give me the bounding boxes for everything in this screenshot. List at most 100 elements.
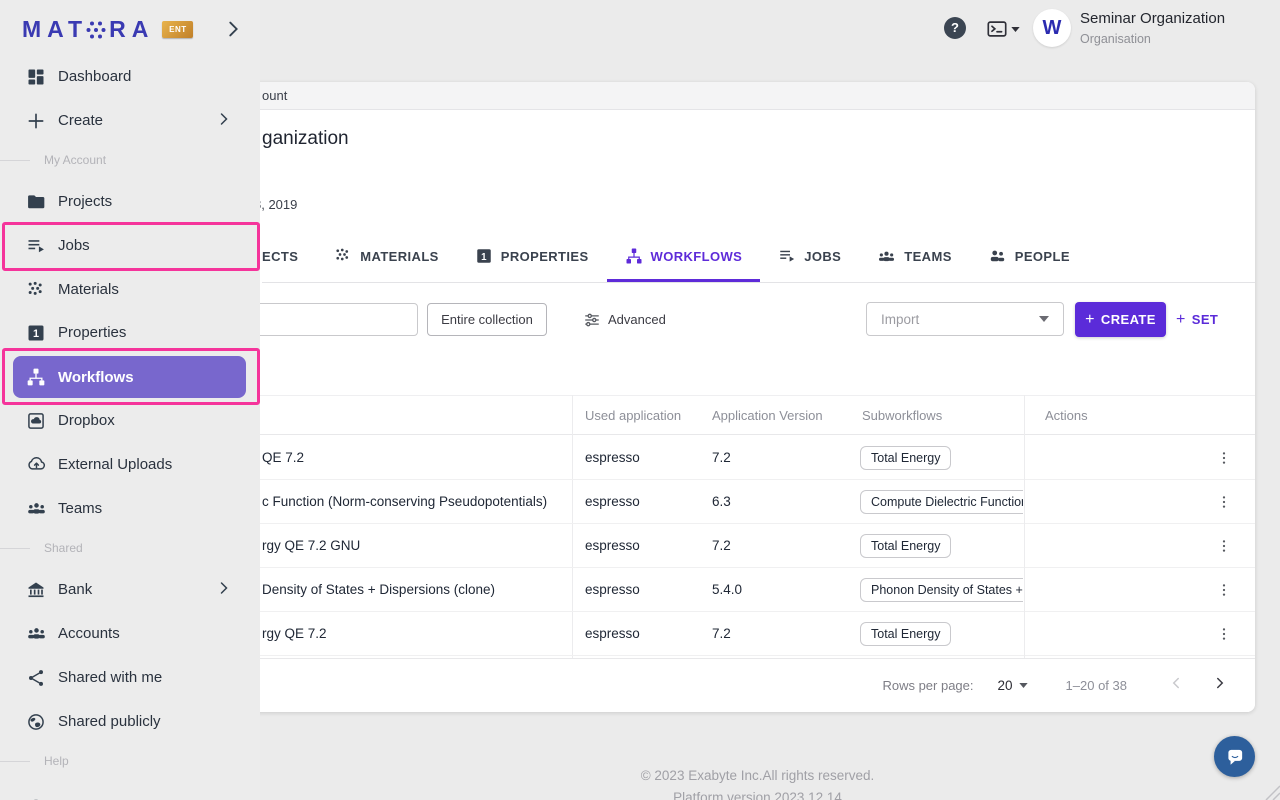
section-divider <box>0 548 30 549</box>
column-header: Used application <box>585 396 681 436</box>
tab-projects[interactable]: ECTS <box>262 230 316 282</box>
workflow-name: rgy QE 7.2 <box>262 612 570 656</box>
table-row[interactable]: rgy QE 7.2 espresso 7.2 Total Energy <box>150 612 1255 656</box>
sidebar-item-shared-with-me[interactable]: Shared with me <box>0 655 260 700</box>
sidebar-item-label: Jobs <box>58 237 90 254</box>
sidebar-item-label: Accounts <box>58 625 120 642</box>
top-bar: ? W Seminar Organization Organisation <box>900 0 1280 58</box>
table-row[interactable]: c Function (Norm-conserving Pseudopotent… <box>150 480 1255 524</box>
workflow-tree-icon <box>24 367 48 387</box>
kebab-menu-icon[interactable] <box>1212 524 1236 568</box>
platform-version-text: Platform version 2023.12.14 <box>260 790 1255 800</box>
caret-down-icon <box>1019 683 1028 688</box>
table-row[interactable]: Density of States + Dispersions (clone) … <box>150 568 1255 612</box>
tab-jobs[interactable]: JOBS <box>760 230 859 282</box>
next-page-button[interactable] <box>1211 674 1229 697</box>
sidebar-item-materials[interactable]: Materials <box>0 267 260 312</box>
ent-badge: ENT <box>162 21 193 38</box>
set-button[interactable]: +SET <box>1176 302 1218 337</box>
tab-materials[interactable]: MATERIALS <box>316 230 456 282</box>
sidebar-item-teams[interactable]: Teams <box>0 486 260 531</box>
used-application: espresso <box>585 524 640 568</box>
entire-collection-button[interactable]: Entire collection <box>427 303 547 336</box>
section-label-shared: Shared <box>44 538 83 558</box>
sidebar-item-label: Properties <box>58 324 126 341</box>
rows-per-page-value: 20 <box>998 678 1013 693</box>
import-placeholder: Import <box>881 312 1039 327</box>
folder-icon <box>24 192 48 212</box>
rows-per-page-select[interactable]: 20 <box>998 678 1028 693</box>
sidebar-item-properties[interactable]: 1 Properties <box>0 310 260 355</box>
plus-icon: + <box>1176 311 1186 328</box>
sidebar-item-jobs[interactable]: Jobs <box>0 223 260 268</box>
sidebar-item-projects[interactable]: Projects <box>0 179 260 224</box>
section-label-my-account: My Account <box>44 150 106 170</box>
tab-teams[interactable]: TEAMS <box>859 230 970 282</box>
console-menu-button[interactable] <box>986 17 1022 41</box>
workflow-tree-icon <box>625 247 643 265</box>
subworkflow-chip[interactable]: Total Energy <box>860 534 951 558</box>
properties-one-icon: 1 <box>475 247 493 265</box>
sidebar-item-label: Bank <box>58 581 92 598</box>
sidebar-item-create[interactable]: Create <box>0 98 260 143</box>
workflow-name: Density of States + Dispersions (clone) <box>262 568 570 612</box>
sidebar-item-documentation[interactable]: Documentation <box>0 785 260 800</box>
tab-label: JOBS <box>804 249 841 264</box>
member-since-date: 8, 2019 <box>254 197 297 212</box>
used-application: espresso <box>585 612 640 656</box>
application-version: 7.2 <box>712 436 731 480</box>
sidebar-item-accounts[interactable]: Accounts <box>0 611 260 656</box>
collapse-sidebar-chevron-icon[interactable] <box>222 18 246 42</box>
sidebar: MAT RA ENT Dashboard Create My Account P… <box>0 0 260 800</box>
subworkflow-chip[interactable]: Total Energy <box>860 622 951 646</box>
resize-grip <box>1258 778 1280 800</box>
kebab-menu-icon[interactable] <box>1212 436 1236 480</box>
kebab-menu-icon[interactable] <box>1212 568 1236 612</box>
page-title: ganization <box>262 128 349 150</box>
org-name: Seminar Organization <box>1080 10 1225 27</box>
create-button[interactable]: +CREATE <box>1075 302 1166 337</box>
workflow-name: c Function (Norm-conserving Pseudopotent… <box>262 480 570 524</box>
sidebar-item-label: Create <box>58 112 103 129</box>
bank-icon <box>24 580 48 600</box>
sidebar-item-label: Dashboard <box>58 68 131 85</box>
sidebar-item-dashboard[interactable]: Dashboard <box>0 54 260 99</box>
subworkflow-chip[interactable]: Total Energy <box>860 446 951 470</box>
sidebar-item-external-uploads[interactable]: External Uploads <box>0 442 260 487</box>
previous-page-button[interactable] <box>1167 674 1185 697</box>
jobs-list-icon <box>778 247 796 265</box>
table-row[interactable]: QE 7.2 espresso 7.2 Total Energy <box>150 436 1255 480</box>
kebab-menu-icon[interactable] <box>1212 612 1236 656</box>
account-breadcrumb-bar: ount <box>150 82 1255 110</box>
tab-workflows[interactable]: WORKFLOWS <box>607 230 761 282</box>
rows-per-page-label: Rows per page: <box>882 678 973 693</box>
table-row[interactable]: rgy QE 7.2 GNU espresso 7.2 Total Energy <box>150 524 1255 568</box>
teams-icon <box>877 247 896 266</box>
sidebar-item-workflows[interactable]: Workflows <box>13 356 246 398</box>
sidebar-item-shared-publicly[interactable]: Shared publicly <box>0 699 260 744</box>
workflow-name: rgy QE 7.2 GNU <box>262 524 570 568</box>
tab-people[interactable]: PEOPLE <box>970 230 1088 282</box>
logo-text-right: RA <box>109 16 154 43</box>
sidebar-item-dropbox[interactable]: Dropbox <box>0 398 260 443</box>
sidebar-item-bank[interactable]: Bank <box>0 567 260 612</box>
plus-icon <box>24 111 48 131</box>
subworkflow-chip[interactable]: Compute Dielectric Function <box>860 490 1023 514</box>
sidebar-item-label: Shared publicly <box>58 713 161 730</box>
kebab-menu-icon[interactable] <box>1212 480 1236 524</box>
advanced-filters-button[interactable]: Advanced <box>583 303 666 336</box>
help-icon[interactable]: ? <box>944 17 966 39</box>
chevron-right-icon <box>1211 674 1229 692</box>
subworkflow-chip[interactable]: Phonon Density of States + Ph <box>860 578 1023 602</box>
share-icon <box>24 668 48 688</box>
breadcrumb: ount <box>262 82 287 110</box>
avatar[interactable]: W <box>1033 9 1071 47</box>
tab-label: PROPERTIES <box>501 249 589 264</box>
chat-widget-button[interactable] <box>1214 736 1255 777</box>
tab-bar: ECTS MATERIALS 1 PROPERTIES WORKFLOWS JO… <box>262 230 1255 283</box>
application-version: 6.3 <box>712 480 731 524</box>
import-dropdown[interactable]: Import <box>866 302 1064 336</box>
tab-properties[interactable]: 1 PROPERTIES <box>457 230 607 282</box>
tab-label: ECTS <box>262 249 298 264</box>
copyright-text: © 2023 Exabyte Inc.All rights reserved. <box>260 768 1255 783</box>
